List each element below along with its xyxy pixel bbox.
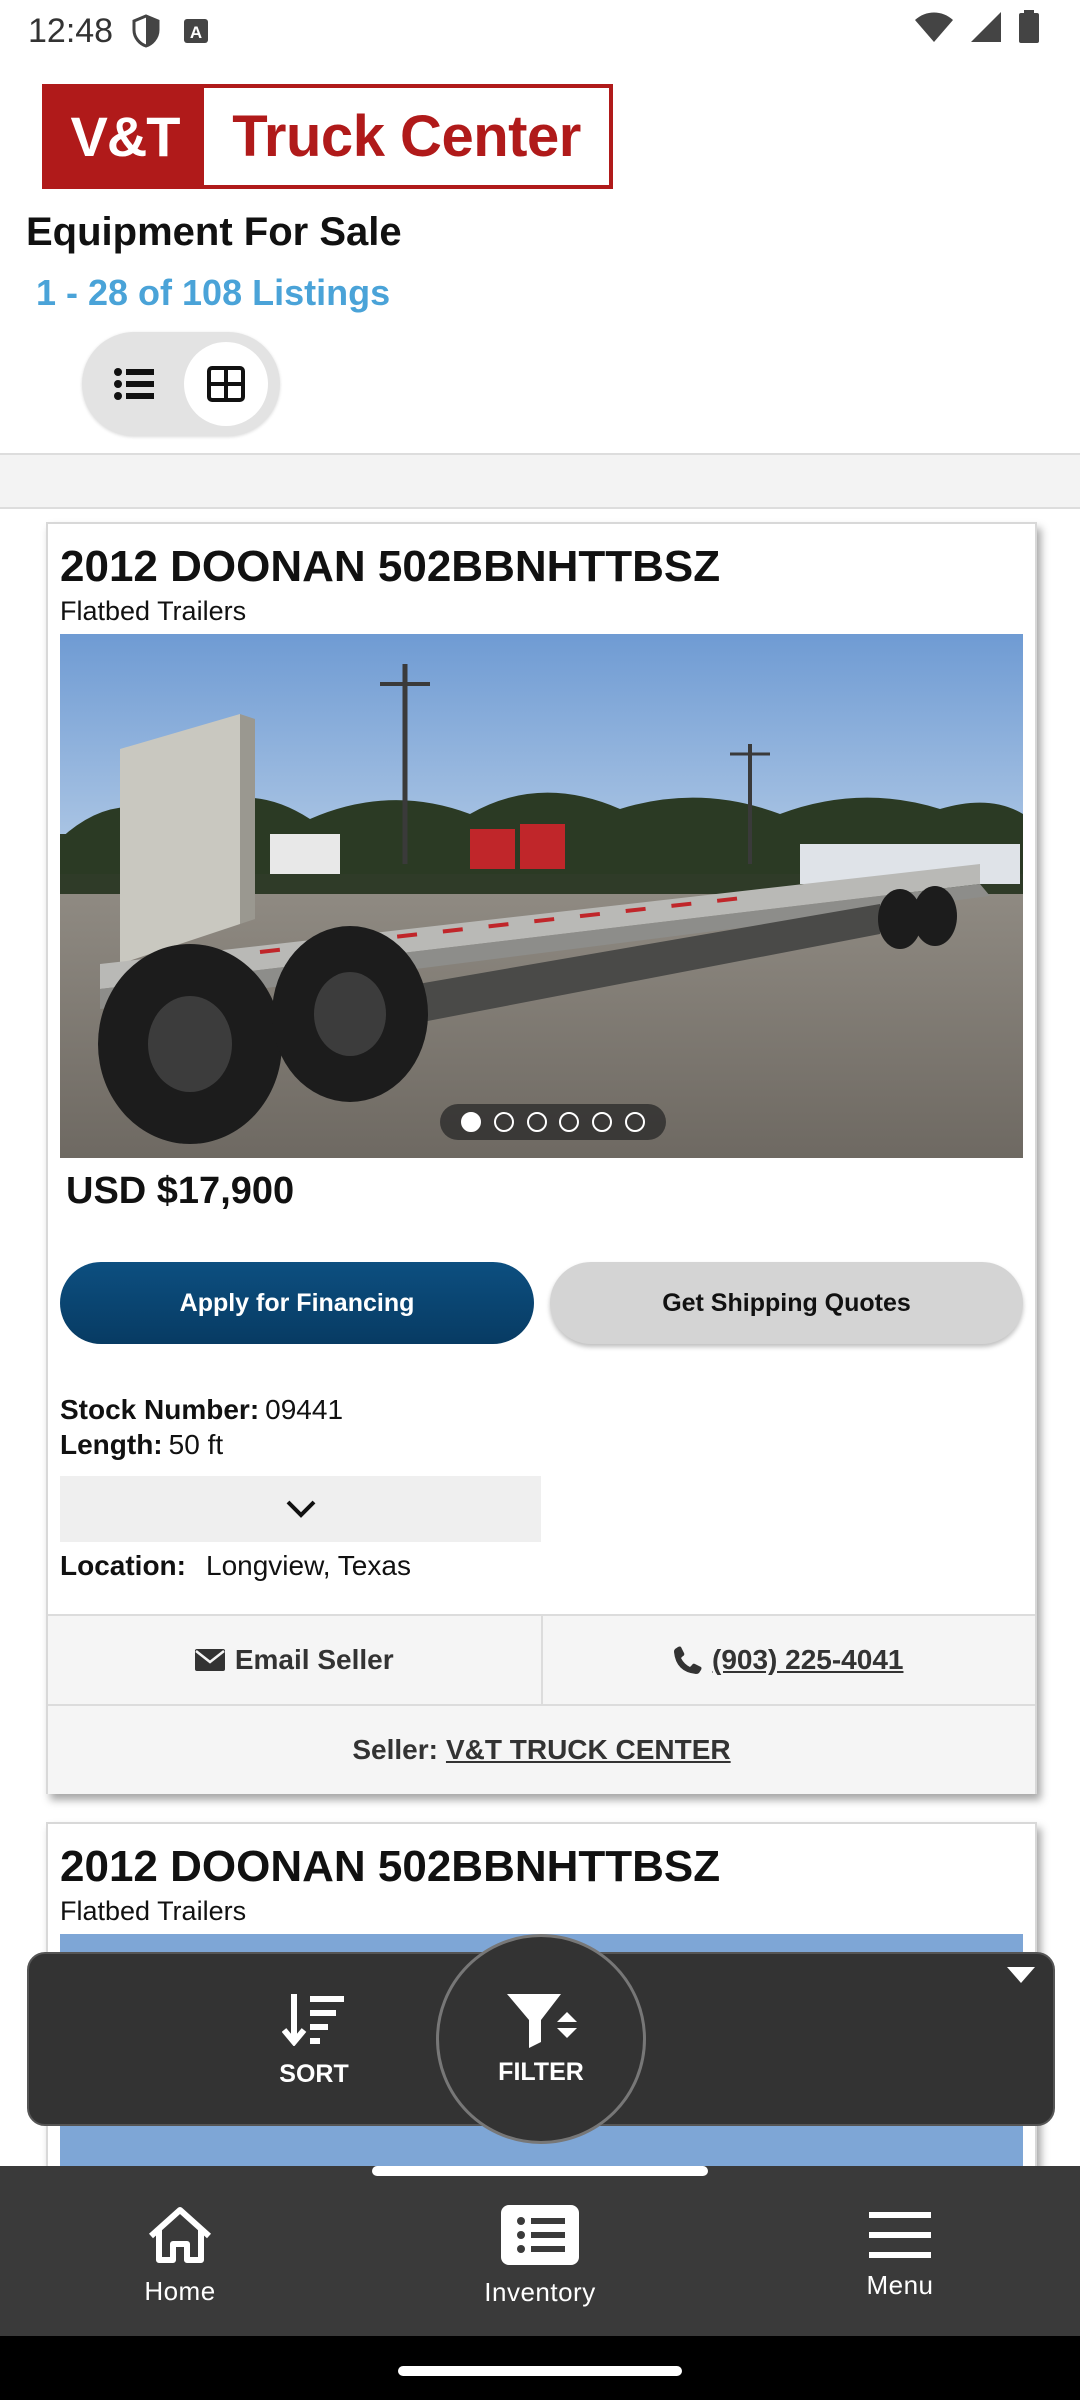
photo-carousel-dots[interactable] (440, 1104, 666, 1140)
listing-category: Flatbed Trailers (60, 596, 247, 626)
nav-menu-label: Menu (866, 2269, 934, 2300)
phone-number-link[interactable]: (903) 225-4041 (712, 1644, 903, 1676)
home-icon (148, 2206, 212, 2263)
inventory-icon (501, 2204, 579, 2265)
view-toggle (82, 332, 280, 436)
sort-label: SORT (279, 2060, 349, 2088)
list-view-icon (114, 368, 154, 400)
carousel-dot[interactable] (592, 1112, 613, 1132)
listing-photo[interactable] (60, 634, 1023, 1158)
logo-text-right: Truck Center (232, 104, 581, 169)
chevron-down-icon (286, 1500, 315, 1518)
signal-icon (971, 12, 1001, 42)
listing-title[interactable]: 2012 DOONAN 502BBNHTTBSZ (60, 542, 720, 592)
sort-icon (282, 1994, 344, 2046)
bottom-nav: Home Inventory Menu (0, 2166, 1080, 2336)
keyboard-a-icon: A (184, 19, 209, 43)
length-label: Length: (60, 1429, 163, 1460)
email-seller-button[interactable]: Email Seller (48, 1616, 541, 1704)
apply-financing-button[interactable]: Apply for Financing (60, 1262, 534, 1344)
contact-row: Email Seller (903) 225-4041 (48, 1614, 1035, 1706)
seller-row: Seller: V&T TRUCK CENTER (48, 1706, 1035, 1794)
envelope-icon (194, 1649, 225, 1671)
nav-inventory-label: Inventory (484, 2276, 596, 2307)
location-label: Location: (60, 1550, 186, 1581)
listing-category: Flatbed Trailers (60, 1896, 247, 1926)
collapse-bar-button[interactable] (1001, 1960, 1041, 1990)
shipping-quotes-button[interactable]: Get Shipping Quotes (550, 1262, 1023, 1344)
phone-icon (674, 1646, 702, 1674)
status-bar: 12:48 A (0, 0, 1080, 62)
listing-count: 1 - 28 of 108 Listings (36, 272, 391, 313)
expand-specs-button[interactable] (60, 1476, 541, 1542)
logo-text-left: V&T (46, 88, 204, 185)
carousel-dot[interactable] (559, 1112, 580, 1132)
divider-band (0, 453, 1080, 509)
stock-number-row: Stock Number: 09441 (60, 1394, 343, 1426)
svg-text:A: A (190, 23, 202, 42)
listing-title[interactable]: 2012 DOONAN 502BBNHTTBSZ (60, 1842, 720, 1892)
stock-number-value: 09441 (265, 1394, 344, 1425)
list-view-button[interactable] (92, 342, 176, 426)
carousel-dot[interactable] (460, 1112, 481, 1132)
nav-menu[interactable]: Menu (720, 2166, 1080, 2336)
filter-icon (507, 1993, 577, 2048)
filter-label: FILTER (498, 2057, 584, 2086)
page-title: Equipment For Sale (26, 210, 402, 254)
stock-number-label: Stock Number: (60, 1394, 260, 1425)
listing-card[interactable]: 2012 DOONAN 502BBNHTTBSZ Flatbed Trailer… (46, 522, 1037, 1794)
carousel-dot[interactable] (526, 1112, 547, 1132)
sort-button[interactable]: SORT (244, 1990, 384, 2089)
shield-icon (132, 14, 160, 48)
home-gesture-pill[interactable] (398, 2366, 682, 2376)
menu-icon (869, 2211, 931, 2258)
nav-home[interactable]: Home (0, 2166, 360, 2336)
listing-price: USD $17,900 (66, 1170, 295, 1212)
grid-view-icon (207, 366, 245, 402)
location-value: Longview, Texas (206, 1550, 411, 1581)
length-value: 50 ft (168, 1429, 224, 1460)
wifi-icon (915, 12, 953, 42)
site-logo[interactable]: V&T Truck Center (42, 84, 613, 189)
seller-label: Seller: (352, 1734, 438, 1765)
seller-link[interactable]: V&T TRUCK CENTER (446, 1734, 731, 1766)
phone-button[interactable]: (903) 225-4041 (540, 1616, 1036, 1704)
filter-button[interactable]: FILTER (436, 1934, 646, 2144)
length-row: Length: 50 ft (60, 1429, 223, 1461)
location-row: Location: Longview, Texas (60, 1550, 411, 1582)
drag-handle[interactable] (372, 2166, 708, 2176)
caret-down-icon (1007, 1967, 1035, 1983)
email-seller-label: Email Seller (234, 1644, 394, 1675)
battery-icon (1019, 10, 1039, 43)
nav-inventory[interactable]: Inventory (360, 2166, 720, 2336)
flatbed-trailer-photo (60, 634, 1023, 1158)
carousel-dot[interactable] (625, 1112, 646, 1132)
nav-home-label: Home (144, 2275, 216, 2306)
status-time: 12:48 (28, 11, 114, 50)
grid-view-button[interactable] (184, 342, 268, 426)
carousel-dot[interactable] (493, 1112, 514, 1132)
